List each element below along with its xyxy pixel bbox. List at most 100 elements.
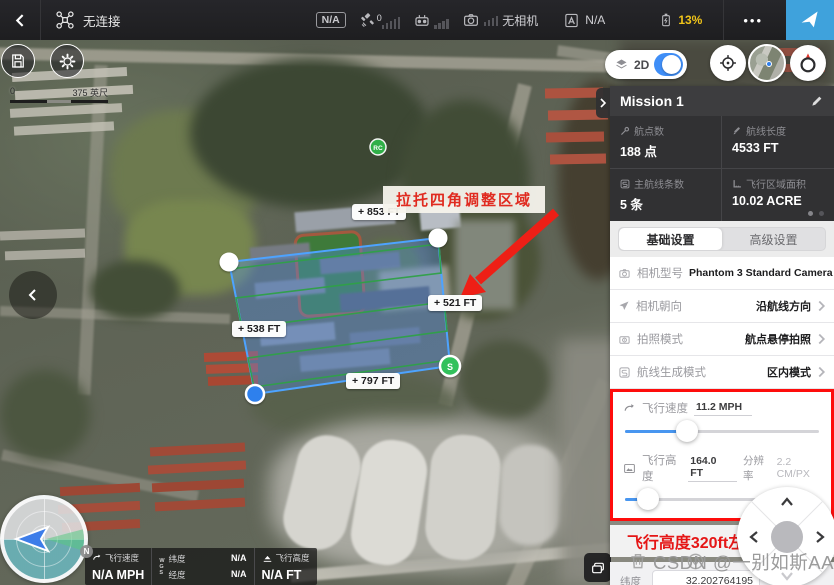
airplane-icon bbox=[799, 9, 821, 31]
annotation-label: 拉托四角调整区域 bbox=[383, 186, 545, 213]
layers-icon bbox=[614, 57, 629, 72]
map-2d-toggle[interactable] bbox=[654, 53, 683, 76]
battery-icon bbox=[658, 11, 674, 29]
chevron-right-icon bbox=[817, 300, 826, 312]
altitude-slider-thumb[interactable] bbox=[637, 488, 659, 510]
locate-button[interactable] bbox=[710, 45, 746, 81]
speed-icon bbox=[92, 553, 102, 563]
heading-arrow-icon bbox=[618, 300, 630, 312]
north-badge: N bbox=[80, 545, 93, 558]
annotation-arrow bbox=[460, 212, 556, 298]
camera-signal-bars bbox=[484, 14, 499, 26]
speed-value[interactable]: 11.2 MPH bbox=[694, 401, 752, 416]
toggle-knob bbox=[662, 55, 681, 74]
chevron-right-icon bbox=[817, 333, 826, 345]
dpad-right-button[interactable] bbox=[813, 530, 827, 544]
chevron-left-icon bbox=[749, 530, 759, 544]
speed-slider[interactable] bbox=[625, 418, 819, 444]
camera-icon bbox=[462, 11, 480, 29]
back-button[interactable] bbox=[0, 0, 40, 40]
panel-collapse-tab[interactable] bbox=[596, 88, 610, 118]
map-mode-control[interactable]: 2D bbox=[605, 50, 687, 79]
save-icon bbox=[9, 52, 27, 70]
more-button[interactable]: ••• bbox=[737, 13, 769, 28]
mission-header: Mission 1 bbox=[610, 86, 834, 116]
route-mode-icon bbox=[618, 366, 631, 379]
scale-bar bbox=[10, 100, 108, 103]
altitude-icon bbox=[262, 553, 273, 563]
flight-mode-icon bbox=[563, 12, 580, 29]
gear-icon bbox=[58, 52, 77, 71]
svg-text:RC: RC bbox=[373, 145, 383, 152]
watermark: CSDN @一别如斯AA bbox=[596, 549, 834, 575]
map-back-button[interactable] bbox=[9, 271, 57, 319]
settings-rows: 相机型号 Phantom 3 Standard Camera 相机朝向 沿航线方… bbox=[610, 257, 834, 389]
setting-camera-heading[interactable]: 相机朝向 沿航线方向 bbox=[610, 290, 834, 323]
locate-icon bbox=[718, 53, 738, 73]
area-ruler-icon bbox=[732, 179, 742, 189]
chevron-up-icon bbox=[780, 497, 794, 507]
corner-handle-top-right[interactable] bbox=[429, 229, 448, 248]
rc-home-marker[interactable]: RC bbox=[370, 139, 386, 155]
app-screen: RC S + 853 FT + 521 FT + 538 FT + 797 FT… bbox=[0, 0, 834, 585]
resolution-value: 2.2 CM/PX bbox=[777, 456, 821, 480]
mission-settings-button[interactable] bbox=[50, 44, 84, 78]
waypoint-icon bbox=[620, 126, 630, 136]
altitude-image-icon bbox=[623, 462, 636, 475]
minimap-button[interactable] bbox=[748, 44, 786, 82]
photo-mode-icon bbox=[618, 333, 631, 346]
camera-fov-wedge bbox=[46, 529, 84, 551]
setting-camera-model[interactable]: 相机型号 Phantom 3 Standard Camera bbox=[610, 257, 834, 290]
settings-tabs: 基础设置 高级设置 bbox=[610, 221, 834, 257]
speed-slider-group: 飞行速度 11.2 MPH bbox=[613, 394, 831, 446]
save-mission-button[interactable] bbox=[1, 44, 35, 78]
takeoff-button[interactable] bbox=[786, 0, 834, 40]
drone-heading-arrow bbox=[16, 527, 48, 551]
telemetry-bar: 飞行速度 N/A MPH WGS 纬度N/A 经度N/A 飞行高度 bbox=[85, 548, 317, 585]
altitude-value[interactable]: 164.0 FT bbox=[688, 455, 737, 482]
telemetry-position: WGS 纬度N/A 经度N/A bbox=[152, 548, 253, 585]
back-chevron-icon bbox=[13, 13, 28, 28]
corner-handle-bottom-left[interactable] bbox=[246, 385, 264, 403]
flight-status: N/A bbox=[585, 13, 605, 27]
gps-mode-badge: N/A bbox=[316, 12, 346, 28]
start-point-handle[interactable]: S bbox=[440, 356, 460, 376]
carousel-dots[interactable] bbox=[808, 211, 824, 216]
minimap-position-dot bbox=[766, 61, 772, 67]
scale-end: 375 英尺 bbox=[72, 86, 108, 99]
satellite-count: 0 bbox=[377, 13, 382, 23]
camera-icon bbox=[618, 267, 631, 280]
telemetry-speed: 飞行速度 N/A MPH bbox=[85, 548, 151, 585]
svg-text:S: S bbox=[447, 362, 453, 372]
stat-route-length: 航线长度 4533 FT bbox=[722, 116, 834, 169]
speed-slider-thumb[interactable] bbox=[676, 420, 698, 442]
compass-icon bbox=[797, 52, 819, 74]
speed-icon bbox=[623, 402, 636, 415]
latitude-label: 纬度 bbox=[620, 574, 644, 585]
divider bbox=[723, 0, 724, 40]
stat-waypoints: 航点数 188 点 bbox=[610, 116, 722, 169]
telemetry-altitude: 飞行高度 N/A FT bbox=[255, 548, 317, 585]
dpad-left-button[interactable] bbox=[747, 530, 761, 544]
tab-basic-settings[interactable]: 基础设置 bbox=[619, 228, 722, 250]
map-mode-label: 2D bbox=[634, 58, 649, 72]
setting-photo-mode[interactable]: 拍照模式 航点悬停拍照 bbox=[610, 323, 834, 356]
corner-handle-top-left[interactable] bbox=[220, 253, 239, 272]
chevron-left-icon bbox=[26, 288, 40, 302]
stat-main-lines: 主航线条数 5 条 bbox=[610, 169, 722, 221]
chevron-right-icon bbox=[815, 530, 825, 544]
connection-status: 无连接 bbox=[83, 11, 121, 30]
tab-advanced-settings[interactable]: 高级设置 bbox=[722, 228, 825, 250]
attitude-indicator bbox=[0, 495, 88, 583]
satellite-icon bbox=[359, 12, 376, 29]
scale-start: 0 bbox=[10, 86, 15, 99]
mission-stats: 航点数 188 点 航线长度 4533 FT 主航线条数 bbox=[610, 116, 834, 221]
edit-pencil-icon[interactable] bbox=[810, 94, 824, 108]
compass-button[interactable] bbox=[790, 45, 826, 81]
chevron-right-icon bbox=[817, 366, 826, 378]
dpad-up-button[interactable] bbox=[780, 495, 794, 509]
setting-route-mode[interactable]: 航线生成模式 区内模式 bbox=[610, 356, 834, 389]
battery-percent: 13% bbox=[678, 13, 702, 27]
rc-signal-bars bbox=[434, 17, 449, 29]
remote-controller-icon bbox=[413, 11, 431, 29]
